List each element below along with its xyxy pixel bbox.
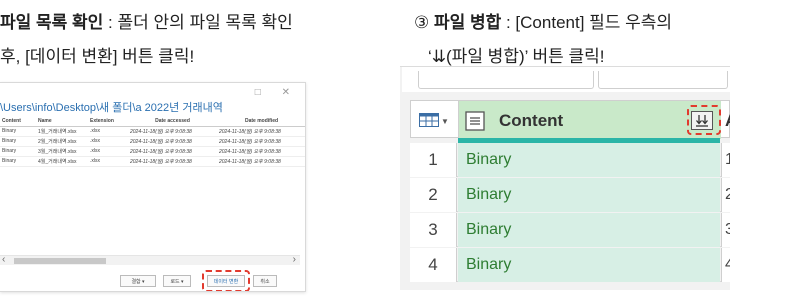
step2-caption-line2: 후, [데이터 변환] 버튼 클릭! (0, 47, 195, 66)
table-cell: 2024-11-18(월) 오후 9:08:38 (217, 136, 305, 147)
toolbar-field (598, 71, 728, 89)
column-header-content[interactable]: Content (459, 101, 721, 139)
table-cell: 2024-11-18(월) 오후 9:08:38 (128, 126, 217, 137)
table-cell: Binary (0, 136, 36, 147)
row-number: 1 (410, 143, 457, 177)
next-cell[interactable]: 4 (721, 248, 730, 282)
table-row: 2 Binary 2 (410, 178, 730, 212)
next-column-header[interactable]: A (725, 111, 730, 131)
step3-caption-line2: ‘⇊(파일 병합)’ 버튼 클릭! (428, 47, 605, 66)
content-cell[interactable]: Binary (458, 213, 720, 247)
table-row: 4 Binary 4 (410, 248, 730, 282)
table-row: Binary 2월_거래내역.xlsx .xlsx 2024-11-18(월) … (0, 136, 305, 147)
column-header: Date modified (217, 117, 305, 127)
table-cell: 1월_거래내역.xlsx (36, 126, 88, 137)
toolbar-area (402, 67, 730, 92)
window-controls[interactable]: □ ✕ (255, 87, 299, 98)
horizontal-scrollbar[interactable]: ‹ › (0, 254, 300, 265)
row-number: 4 (410, 248, 457, 282)
table-cell: .xlsx (88, 126, 128, 137)
scrollbar-thumb[interactable] (14, 258, 106, 264)
row-number: 3 (410, 213, 457, 247)
table-row: Binary 3월_거래내역.xlsx .xlsx 2024-11-18(월) … (0, 146, 305, 157)
table-cell: 2024-11-18(월) 오후 9:08:38 (128, 156, 217, 167)
table-row: Binary 4월_거래내역.xlsx .xlsx 2024-11-18(월) … (0, 156, 305, 167)
column-name: Content (499, 111, 564, 130)
row-number: 2 (410, 178, 457, 212)
content-cell[interactable]: Binary (458, 178, 720, 212)
toolbar-field (418, 71, 594, 89)
table-cell: 2024-11-18(월) 오후 9:08:38 (217, 146, 305, 157)
table-cell: 4월_거래내역.xlsx (36, 156, 88, 167)
table-cell: Binary (0, 126, 36, 137)
query-editor-preview: ▼ Content A 1 Binary 1 2 Binary 2 (400, 66, 730, 290)
table-cell: Binary (0, 146, 36, 157)
table-cell: 2024-11-18(월) 오후 9:08:38 (128, 146, 217, 157)
content-cell[interactable]: Binary (458, 143, 720, 177)
column-header: Name (36, 117, 88, 127)
scroll-right-icon[interactable]: › (293, 254, 296, 265)
next-cell[interactable]: 2 (721, 178, 730, 212)
table-row: Binary 1월_거래내역.xlsx .xlsx 2024-11-18(월) … (0, 126, 305, 137)
next-cell[interactable]: 3 (721, 213, 730, 247)
table-cell: 3월_거래내역.xlsx (36, 146, 88, 157)
table-cell: 2024-11-18(월) 오후 9:08:38 (217, 156, 305, 167)
next-cell[interactable]: 1 (721, 143, 730, 177)
step2-desc: : 폴더 안의 파일 목록 확인 (103, 13, 293, 32)
column-header: Extension (88, 117, 128, 127)
table-cell: 2024-11-18(월) 오후 9:08:38 (128, 136, 217, 147)
scroll-left-icon[interactable]: ‹ (2, 254, 5, 265)
step2-caption-line1: 파일 목록 확인 : 폴더 안의 파일 목록 확인 (0, 8, 293, 33)
chevron-down-icon[interactable]: ▼ (441, 117, 449, 126)
file-list-table: Content Name Extension Date accessed Dat… (0, 117, 305, 167)
table-header-row: Content Name Extension Date accessed Dat… (0, 117, 305, 127)
combine-button[interactable]: 결합 ▾ (120, 275, 156, 287)
highlight-box (202, 270, 250, 291)
table-cell: .xlsx (88, 136, 128, 147)
load-button[interactable]: 로드 ▾ (163, 275, 191, 287)
step3-caption-line1: ③ 파일 병합 : [Content] 필드 우측의 (414, 8, 672, 33)
table-cell: Binary (0, 156, 36, 167)
content-cell[interactable]: Binary (458, 248, 720, 282)
highlight-box (687, 105, 721, 135)
step3-number: ③ (414, 13, 434, 32)
column-header: Content (0, 117, 36, 127)
table-row: 1 Binary 1 (410, 143, 730, 177)
cancel-button[interactable]: 취소 (253, 275, 277, 287)
table-cell: 2024-11-18(월) 오후 9:08:38 (217, 126, 305, 137)
table-cell: 2월_거래내역.xlsx (36, 136, 88, 147)
step3-title: 파일 병합 (433, 13, 502, 32)
table-row: 3 Binary 3 (410, 213, 730, 247)
text-type-icon[interactable] (465, 111, 485, 136)
column-header: Date accessed (128, 117, 217, 127)
table-cell: .xlsx (88, 146, 128, 157)
folder-path: \Users\info\Desktop\새 폴더\a 2022년 거래내역 (0, 102, 223, 114)
file-list-dialog: □ ✕ \Users\info\Desktop\새 폴더\a 2022년 거래내… (0, 82, 306, 292)
grid-header: ▼ Content A (410, 100, 730, 139)
table-cell: .xlsx (88, 156, 128, 167)
step2-title: 파일 목록 확인 (0, 13, 104, 32)
step3-desc: : [Content] 필드 우측의 (501, 13, 673, 32)
table-icon[interactable] (419, 113, 439, 132)
